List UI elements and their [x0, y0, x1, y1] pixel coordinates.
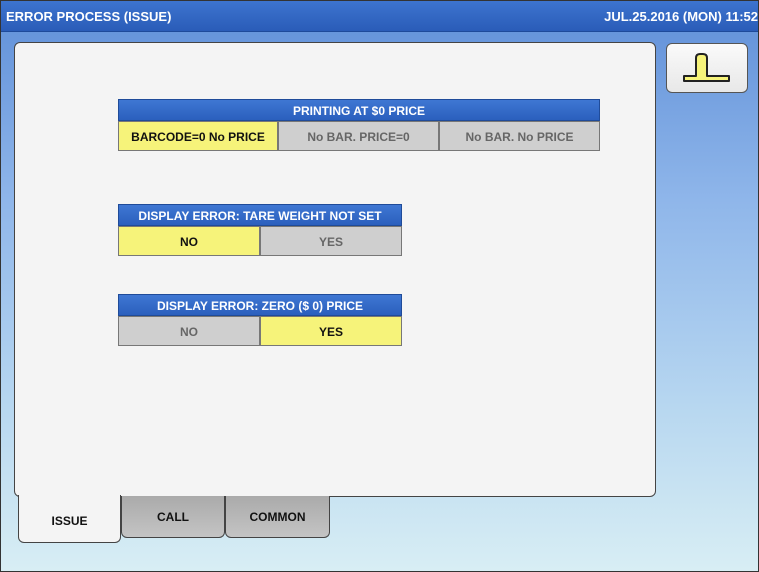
screen: ERROR PROCESS (ISSUE) JUL.25.2016 (MON) … — [0, 0, 759, 572]
printing-at-zero-price-header: PRINTING AT $0 PRICE — [118, 99, 600, 121]
tab-issue[interactable]: ISSUE — [18, 495, 121, 543]
page-title: ERROR PROCESS (ISSUE) — [6, 9, 172, 24]
option-no-bar-no-price[interactable]: No BAR. No PRICE — [439, 121, 600, 151]
tare-weight-error-header: DISPLAY ERROR: TARE WEIGHT NOT SET — [118, 204, 402, 226]
zero-price-option-yes[interactable]: YES — [260, 316, 402, 346]
back-button[interactable] — [666, 43, 748, 93]
return-arrow-icon — [683, 53, 730, 82]
settings-panel: PRINTING AT $0 PRICE BARCODE=0 No PRICE … — [14, 42, 656, 497]
date-time: JUL.25.2016 (MON) 11:52 — [604, 9, 758, 24]
option-no-bar-price-zero[interactable]: No BAR. PRICE=0 — [278, 121, 439, 151]
title-bar: ERROR PROCESS (ISSUE) JUL.25.2016 (MON) … — [1, 1, 758, 32]
tab-common[interactable]: COMMON — [225, 496, 330, 538]
tare-option-no[interactable]: NO — [118, 226, 260, 256]
tab-call[interactable]: CALL — [121, 496, 225, 538]
zero-price-error-header: DISPLAY ERROR: ZERO ($ 0) PRICE — [118, 294, 402, 316]
option-barcode-zero-no-price[interactable]: BARCODE=0 No PRICE — [118, 121, 278, 151]
tare-option-yes[interactable]: YES — [260, 226, 402, 256]
zero-price-option-no[interactable]: NO — [118, 316, 260, 346]
